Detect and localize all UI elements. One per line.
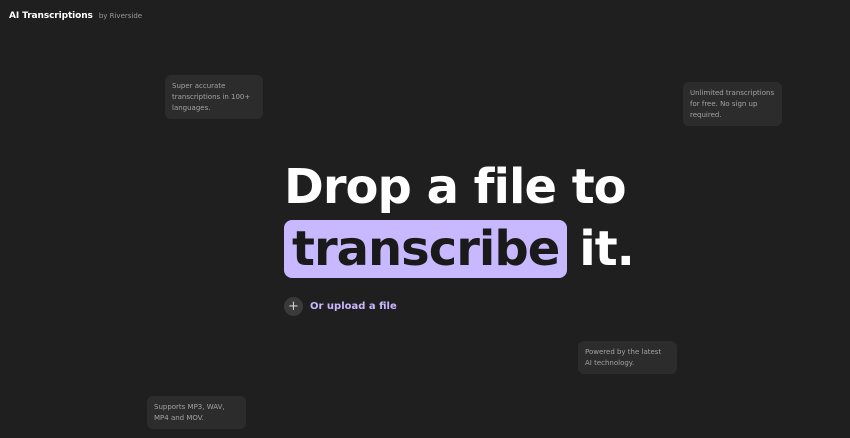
feature-note-ai: Powered by the latest AI technology. [578,341,677,374]
drop-zone-heading[interactable]: Drop a file to transcribe it. [284,158,635,278]
heading-text: Drop a file to [284,159,627,215]
feature-note-formats: Supports MP3, WAV, MP4 and MOV. [147,396,246,429]
heading-tail: it. [579,221,635,277]
app-subtitle: by Riverside [98,12,143,20]
heading-line-1: Drop a file to [284,158,634,216]
heading-highlight: transcribe [284,220,568,278]
upload-file-button[interactable]: + Or upload a file [284,297,397,316]
plus-icon[interactable]: + [284,297,303,316]
upload-label[interactable]: Or upload a file [310,301,397,312]
heading-line-2: transcribe it. [284,220,635,278]
feature-note-languages: Super accurate transcriptions in 100+ la… [165,75,263,119]
brand: AI Transcriptions by Riverside [9,11,142,21]
app-title: AI Transcriptions [9,11,93,21]
feature-note-free: Unlimited transcriptions for free. No si… [683,82,782,126]
